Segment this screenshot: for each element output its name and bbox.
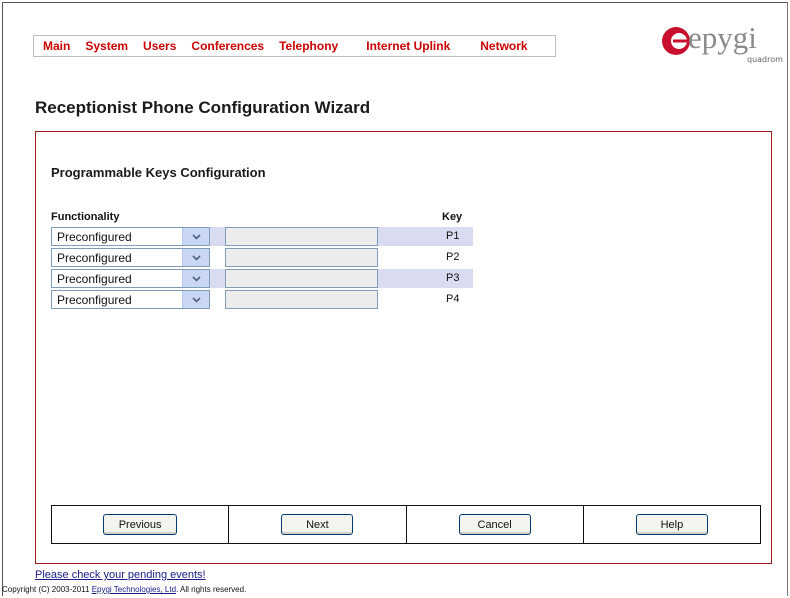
copyright-suffix: . All rights reserved. — [176, 585, 247, 594]
functionality-select[interactable]: Preconfigured — [51, 269, 210, 288]
key-value-input[interactable] — [225, 269, 378, 288]
copyright-prefix: Copyright (C) 2003-2011 — [2, 585, 92, 594]
previous-button[interactable]: Previous — [103, 514, 178, 535]
chevron-down-icon[interactable] — [182, 291, 209, 308]
next-button[interactable]: Next — [281, 514, 354, 535]
cancel-button[interactable]: Cancel — [458, 514, 531, 535]
section-title: Programmable Keys Configuration — [51, 165, 266, 180]
menu-item-telephony[interactable]: Telephony — [279, 39, 338, 53]
pending-events-link[interactable]: Please check your pending events! — [35, 569, 206, 581]
epygi-link[interactable]: Epygi Technologies, Ltd — [92, 585, 176, 594]
button-cell-previous: Previous — [52, 506, 230, 543]
menu-item-network[interactable]: Network — [480, 39, 527, 53]
key-label: P3 — [446, 272, 460, 284]
key-value-input[interactable] — [225, 248, 378, 267]
epygi-logo: epygi quadrom — [660, 20, 785, 72]
table-row: Preconfigured P2 — [51, 248, 473, 267]
key-label: P4 — [446, 293, 460, 305]
menu-item-internet-uplink[interactable]: Internet Uplink — [366, 39, 450, 53]
key-header: Key — [442, 211, 463, 223]
table-row: Preconfigured P3 — [51, 269, 473, 288]
main-menu: Main System Users Conferences Telephony … — [33, 35, 556, 57]
functionality-select[interactable]: Preconfigured — [51, 290, 210, 309]
chevron-down-icon[interactable] — [182, 270, 209, 287]
functionality-select[interactable]: Preconfigured — [51, 227, 210, 246]
menu-item-system[interactable]: System — [85, 39, 128, 53]
button-cell-help: Help — [584, 506, 760, 543]
key-label: P2 — [446, 251, 460, 263]
functionality-header: Functionality — [51, 211, 120, 223]
key-value-input[interactable] — [225, 227, 378, 246]
button-cell-next: Next — [229, 506, 407, 543]
chevron-down-icon[interactable] — [182, 228, 209, 245]
functionality-select-value: Preconfigured — [57, 272, 132, 286]
menu-item-users[interactable]: Users — [143, 39, 176, 53]
logo-word: epygi — [688, 20, 757, 55]
wizard-button-bar: Previous Next Cancel Help — [51, 505, 761, 544]
functionality-select-value: Preconfigured — [57, 251, 132, 265]
functionality-select-value: Preconfigured — [57, 293, 132, 307]
copyright: Copyright (C) 2003-2011 Epygi Technologi… — [2, 585, 246, 594]
key-value-input[interactable] — [225, 290, 378, 309]
chevron-down-icon[interactable] — [182, 249, 209, 266]
logo-sub: quadrom — [747, 55, 783, 64]
functionality-select-value: Preconfigured — [57, 230, 132, 244]
menu-item-conferences[interactable]: Conferences — [191, 39, 264, 53]
button-cell-cancel: Cancel — [407, 506, 584, 543]
menu-item-main[interactable]: Main — [43, 39, 70, 53]
functionality-select[interactable]: Preconfigured — [51, 248, 210, 267]
page-title: Receptionist Phone Configuration Wizard — [35, 98, 371, 117]
wizard-panel: Programmable Keys Configuration Function… — [35, 131, 772, 564]
table-row: Preconfigured P4 — [51, 290, 473, 309]
help-button[interactable]: Help — [635, 514, 708, 535]
table-row: Preconfigured P1 — [51, 227, 473, 246]
key-label: P1 — [446, 230, 460, 242]
